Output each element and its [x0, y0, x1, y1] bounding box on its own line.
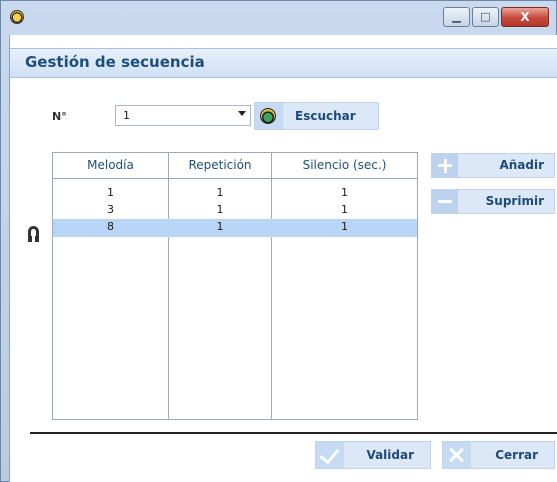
validate-button-label: Validar — [366, 448, 414, 462]
close-icon — [443, 442, 471, 468]
cell-repetition: 1 — [216, 220, 224, 233]
listen-button-label: Escuchar — [295, 109, 356, 123]
check-icon — [316, 442, 344, 468]
plus-icon — [432, 154, 458, 177]
dialog-content: Gestión de secuencia N° 1 Escuchar Melod… — [9, 35, 557, 482]
table-row-selected[interactable]: 8 1 1 — [53, 219, 417, 237]
minimize-button[interactable]: ▁ — [443, 7, 470, 27]
sequence-table[interactable]: Melodía Repetición Silencio (sec.) 1 1 1… — [52, 152, 418, 420]
title-bar[interactable]: ▁ □ X — [1, 1, 557, 35]
cell-silence: 1 — [341, 186, 348, 199]
close-button[interactable]: Cerrar — [442, 441, 555, 469]
footer-divider — [30, 432, 557, 434]
app-icon — [10, 10, 24, 24]
cell-melody: 8 — [107, 220, 114, 233]
cell-silence: 1 — [341, 220, 348, 233]
listen-icon-box — [255, 103, 283, 129]
listen-button[interactable]: Escuchar — [254, 102, 379, 130]
page-title: Gestión de secuencia — [25, 53, 205, 71]
minus-icon — [432, 190, 458, 213]
table-row[interactable]: 1 1 1 — [53, 185, 417, 202]
close-button-label: Cerrar — [495, 448, 538, 462]
header-bar: Gestión de secuencia — [10, 48, 557, 78]
number-select-value: 1 — [123, 109, 130, 122]
cell-repetition: 1 — [216, 203, 224, 216]
table-row[interactable]: 3 1 1 — [53, 202, 417, 219]
cell-melody: 1 — [107, 186, 114, 199]
number-select[interactable]: 1 — [115, 105, 251, 126]
table-header: Melodía Repetición Silencio (sec.) — [53, 153, 417, 179]
chevron-down-icon[interactable] — [238, 111, 246, 116]
validate-button[interactable]: Validar — [315, 441, 431, 469]
cell-silence: 1 — [341, 203, 348, 216]
cell-melody: 3 — [107, 203, 114, 216]
maximize-button[interactable]: □ — [472, 7, 499, 27]
add-button[interactable]: Añadir — [431, 153, 555, 178]
headphones-icon — [28, 226, 39, 242]
dialog-window: ▁ □ X Gestión de secuencia N° 1 Escuchar… — [0, 0, 557, 482]
headphones-icon — [260, 108, 276, 124]
column-header-repetition[interactable]: Repetición — [169, 158, 271, 172]
column-header-melody[interactable]: Melodía — [53, 158, 168, 172]
number-label: N° — [52, 110, 67, 123]
delete-button-label: Suprimir — [485, 194, 544, 208]
cell-repetition: 1 — [216, 186, 224, 199]
column-header-silence[interactable]: Silencio (sec.) — [272, 158, 417, 172]
delete-button[interactable]: Suprimir — [431, 189, 555, 214]
add-button-label: Añadir — [499, 158, 544, 172]
close-window-button[interactable]: X — [501, 7, 549, 27]
